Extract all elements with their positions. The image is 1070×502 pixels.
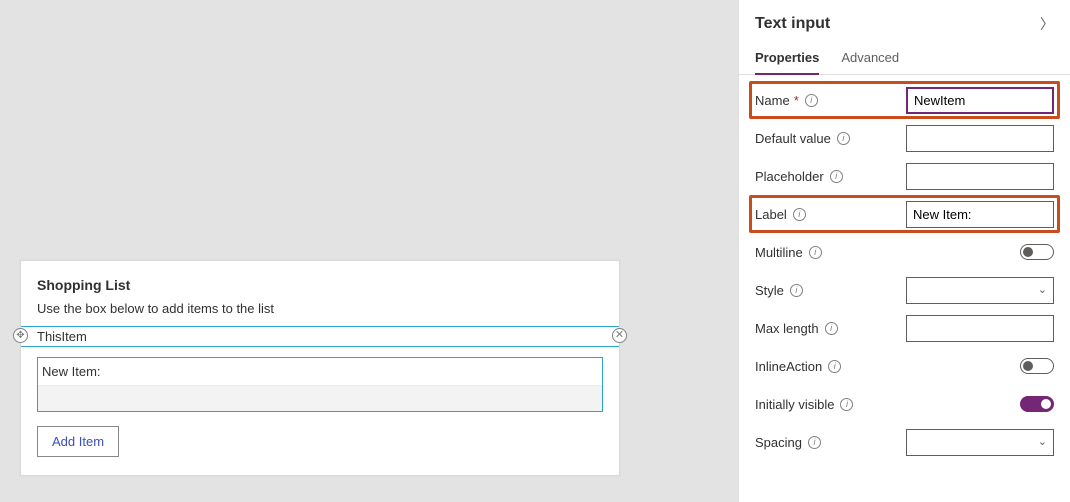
chevron-down-icon: ⌄ [1038, 435, 1047, 448]
row-name: Name * i [749, 81, 1060, 119]
text-input-field[interactable] [38, 385, 602, 411]
panel-title: Text input [755, 15, 830, 33]
chevron-down-icon: ⌄ [1038, 283, 1047, 296]
text-input-label: New Item: [38, 358, 602, 385]
info-icon[interactable]: i [828, 360, 841, 373]
info-icon[interactable]: i [793, 208, 806, 221]
design-canvas[interactable]: Shopping List Use the box below to add i… [0, 0, 738, 502]
adaptive-card: Shopping List Use the box below to add i… [20, 260, 620, 476]
tab-properties[interactable]: Properties [755, 42, 819, 75]
row-max-length: Max length i [755, 309, 1054, 347]
tab-advanced[interactable]: Advanced [841, 42, 899, 74]
info-icon[interactable]: i [790, 284, 803, 297]
select-style[interactable]: ⌄ [906, 277, 1054, 304]
toggle-multiline[interactable] [1020, 244, 1054, 260]
input-name[interactable] [906, 87, 1054, 114]
card-description: Use the box below to add items to the li… [37, 301, 603, 316]
selection-name[interactable]: ThisItem [21, 326, 619, 347]
label-style: Style [755, 283, 784, 298]
label-multiline: Multiline [755, 245, 803, 260]
info-icon[interactable]: i [808, 436, 821, 449]
row-multiline: Multiline i [755, 233, 1054, 271]
label-spacing: Spacing [755, 435, 802, 450]
label-inline-action: InlineAction [755, 359, 822, 374]
input-default-value[interactable] [906, 125, 1054, 152]
required-asterisk: * [794, 93, 799, 108]
text-input-control[interactable]: New Item: [37, 357, 603, 412]
info-icon[interactable]: i [805, 94, 818, 107]
label-max-length: Max length [755, 321, 819, 336]
info-icon[interactable]: i [840, 398, 853, 411]
row-initially-visible: Initially visible i [755, 385, 1054, 423]
label-label: Label [755, 207, 787, 222]
row-style: Style i ⌄ [755, 271, 1054, 309]
properties-panel: Text input 〉 Properties Advanced Name * … [738, 0, 1070, 502]
select-spacing[interactable]: ⌄ [906, 429, 1054, 456]
row-spacing: Spacing i ⌄ [755, 423, 1054, 461]
label-name: Name [755, 93, 790, 108]
card-title: Shopping List [37, 277, 603, 293]
move-handle-icon[interactable]: ✥ [13, 328, 28, 343]
info-icon[interactable]: i [830, 170, 843, 183]
label-placeholder: Placeholder [755, 169, 824, 184]
delete-element-icon[interactable]: ✕ [612, 328, 627, 343]
info-icon[interactable]: i [825, 322, 838, 335]
info-icon[interactable]: i [809, 246, 822, 259]
toggle-inline-action[interactable] [1020, 358, 1054, 374]
input-placeholder[interactable] [906, 163, 1054, 190]
label-default-value: Default value [755, 131, 831, 146]
row-placeholder: Placeholder i [755, 157, 1054, 195]
row-label: Label i [749, 195, 1060, 233]
selected-element-outline: ✥ ThisItem ✕ [21, 326, 619, 347]
add-item-button[interactable]: Add Item [37, 426, 119, 457]
row-default-value: Default value i [755, 119, 1054, 157]
input-label[interactable] [906, 201, 1054, 228]
toggle-initially-visible[interactable] [1020, 396, 1054, 412]
label-initially-visible: Initially visible [755, 397, 834, 412]
chevron-right-icon[interactable]: 〉 [1040, 14, 1054, 34]
info-icon[interactable]: i [837, 132, 850, 145]
panel-tabs: Properties Advanced [739, 42, 1070, 75]
input-max-length[interactable] [906, 315, 1054, 342]
row-inline-action: InlineAction i [755, 347, 1054, 385]
